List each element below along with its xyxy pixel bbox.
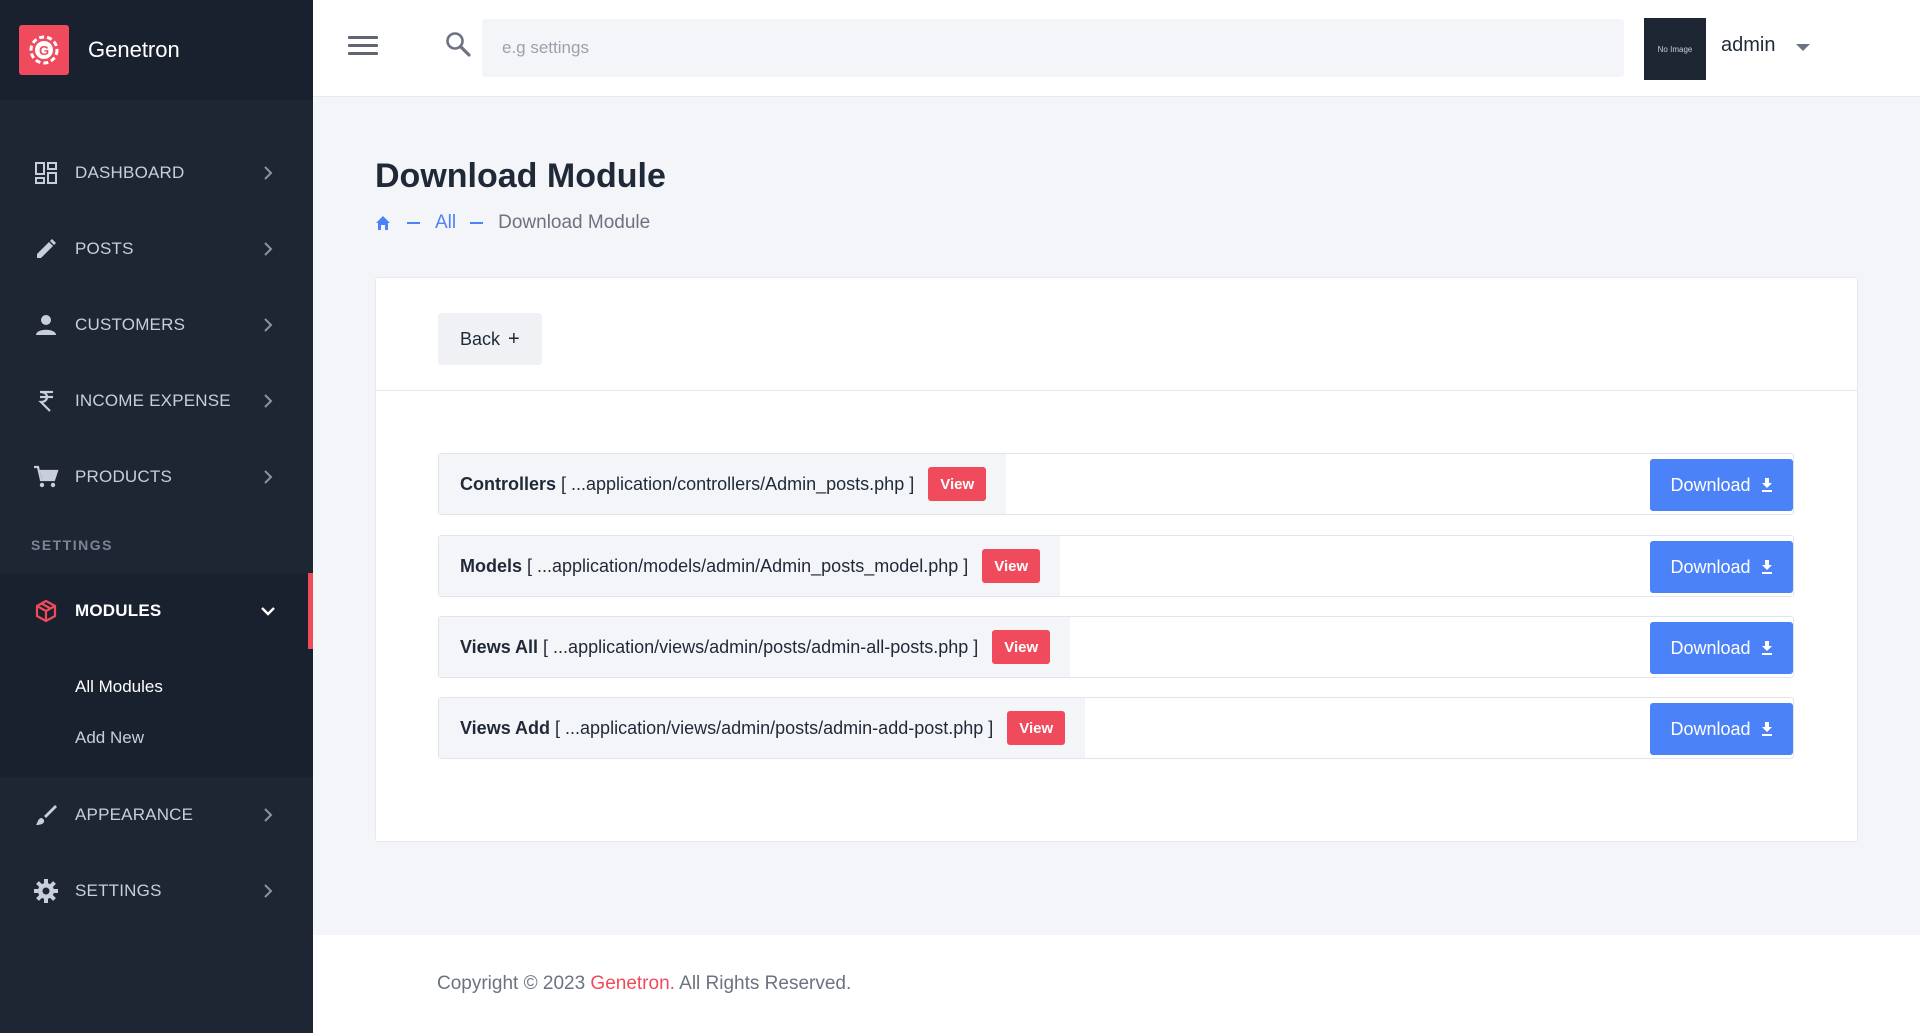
sidebar: G Genetron DASHBOARD POSTS CUSTOMERS INC… (0, 0, 313, 1033)
download-icon (1761, 641, 1772, 655)
sidebar-item-modules[interactable]: MODULES (0, 573, 313, 649)
download-button-label: Download (1670, 474, 1751, 495)
sidebar-item-posts[interactable]: POSTS (0, 211, 313, 287)
sidebar-subitem-add-new[interactable]: Add New (0, 712, 313, 763)
sidebar-item-label: SETTINGS (75, 881, 162, 900)
download-icon (1761, 560, 1772, 574)
sidebar-item-label: INCOME EXPENSE (75, 391, 231, 410)
card-header: Back + (376, 278, 1857, 391)
topbar: No Image admin (313, 0, 1920, 97)
download-button-label: Download (1670, 637, 1751, 658)
sidebar-item-settings[interactable]: SETTINGS (0, 853, 313, 929)
chevron-right-icon (261, 394, 275, 408)
sidebar-section-title: SETTINGS (31, 537, 114, 553)
home-icon[interactable] (375, 214, 393, 232)
gear-icon (33, 878, 59, 904)
cart-icon (33, 464, 59, 490)
file-info: Models [ ...application/models/admin/Adm… (439, 536, 1061, 596)
file-path: [ ...application/models/admin/Admin_post… (527, 555, 969, 576)
menu-toggle-icon[interactable] (348, 36, 378, 58)
download-button[interactable]: Download (1650, 703, 1793, 755)
chevron-right-icon (261, 884, 275, 898)
sidebar-item-label: POSTS (75, 239, 134, 258)
plus-icon: + (508, 328, 520, 350)
breadcrumb-current: Download Module (498, 212, 651, 233)
download-button-label: Download (1670, 718, 1751, 739)
file-info: Views Add [ ...application/views/admin/p… (439, 698, 1086, 758)
file-kind: Views All (460, 636, 539, 657)
download-button[interactable]: Download (1650, 541, 1793, 593)
sidebar-item-label: MODULES (75, 601, 162, 620)
download-button[interactable]: Download (1650, 622, 1793, 674)
file-info: Controllers [ ...application/controllers… (439, 454, 1007, 514)
back-button-label: Back (460, 328, 501, 349)
sidebar-subitem-all-modules[interactable]: All Modules (0, 661, 313, 712)
sidebar-subnav-modules: All Modules Add New (0, 649, 313, 777)
chevron-down-icon (261, 604, 275, 618)
sidebar-item-label: DASHBOARD (75, 163, 185, 182)
breadcrumb-link-all[interactable]: All (435, 212, 456, 234)
avatar[interactable]: No Image (1644, 18, 1706, 80)
view-button[interactable]: View (992, 630, 1051, 664)
footer-brand-link[interactable]: Genetron. (590, 973, 675, 994)
brand-name: Genetron (88, 37, 180, 62)
view-button[interactable]: View (928, 467, 987, 501)
view-button[interactable]: View (1007, 711, 1066, 745)
download-module-card: Back + Controllers [ ...application/cont… (375, 277, 1858, 842)
file-row-views-all: Views All [ ...application/views/admin/p… (438, 616, 1794, 678)
chevron-right-icon (261, 318, 275, 332)
footer-rights: All Rights Reserved. (679, 973, 852, 994)
chevron-right-icon (261, 808, 275, 822)
file-path: [ ...application/views/admin/posts/admin… (543, 636, 979, 657)
file-row-views-add: Views Add [ ...application/views/admin/p… (438, 697, 1794, 759)
file-info: Views All [ ...application/views/admin/p… (439, 617, 1071, 677)
brush-icon (33, 802, 59, 828)
file-path: [ ...application/controllers/Admin_posts… (561, 473, 915, 494)
sidebar-item-products[interactable]: PRODUCTS (0, 439, 313, 515)
sidebar-item-appearance[interactable]: APPEARANCE (0, 777, 313, 853)
sidebar-item-label: CUSTOMERS (75, 315, 186, 334)
person-icon (33, 312, 59, 338)
download-button-label: Download (1670, 556, 1751, 577)
sidebar-item-income-expense[interactable]: INCOME EXPENSE (0, 363, 313, 439)
chevron-right-icon (261, 166, 275, 180)
rupee-icon (33, 388, 59, 414)
breadcrumb-separator (407, 222, 420, 224)
file-kind: Controllers (460, 473, 557, 494)
search-icon[interactable] (444, 30, 472, 58)
sidebar-item-dashboard[interactable]: DASHBOARD (0, 135, 313, 211)
caret-down-icon[interactable] (1796, 44, 1810, 51)
footer: Copyright © 2023 Genetron. All Rights Re… (313, 935, 1920, 1033)
download-icon (1761, 478, 1772, 492)
download-icon (1761, 722, 1772, 736)
file-row-controllers: Controllers [ ...application/controllers… (438, 453, 1794, 515)
back-button[interactable]: Back + (438, 313, 542, 365)
sidebar-nav: DASHBOARD POSTS CUSTOMERS INCOME EXPENSE (0, 100, 313, 929)
pencil-icon (33, 236, 59, 262)
sidebar-item-label: PRODUCTS (75, 467, 172, 486)
brand-logo-letter: G (39, 43, 49, 58)
file-path: [ ...application/views/admin/posts/admin… (555, 717, 994, 738)
sidebar-item-label: APPEARANCE (75, 805, 194, 824)
page-title: Download Module (375, 157, 666, 195)
download-button[interactable]: Download (1650, 459, 1793, 511)
search-input[interactable] (482, 19, 1624, 77)
footer-text: Copyright © 2023 Genetron. All Rights Re… (437, 973, 851, 995)
breadcrumb: All Download Module (375, 212, 650, 234)
dashboard-icon (33, 160, 59, 186)
file-kind: Views Add (460, 717, 551, 738)
cube-icon (33, 598, 59, 624)
chevron-right-icon (261, 470, 275, 484)
file-kind: Models (460, 555, 523, 576)
username[interactable]: admin (1721, 34, 1775, 57)
brand[interactable]: G Genetron (0, 0, 313, 100)
sidebar-item-customers[interactable]: CUSTOMERS (0, 287, 313, 363)
file-row-models: Models [ ...application/models/admin/Adm… (438, 535, 1794, 597)
chevron-right-icon (261, 242, 275, 256)
footer-copyright: Copyright © 2023 (437, 973, 586, 994)
view-button[interactable]: View (982, 549, 1041, 583)
brand-logo-icon: G (19, 25, 69, 75)
breadcrumb-separator (470, 222, 484, 224)
